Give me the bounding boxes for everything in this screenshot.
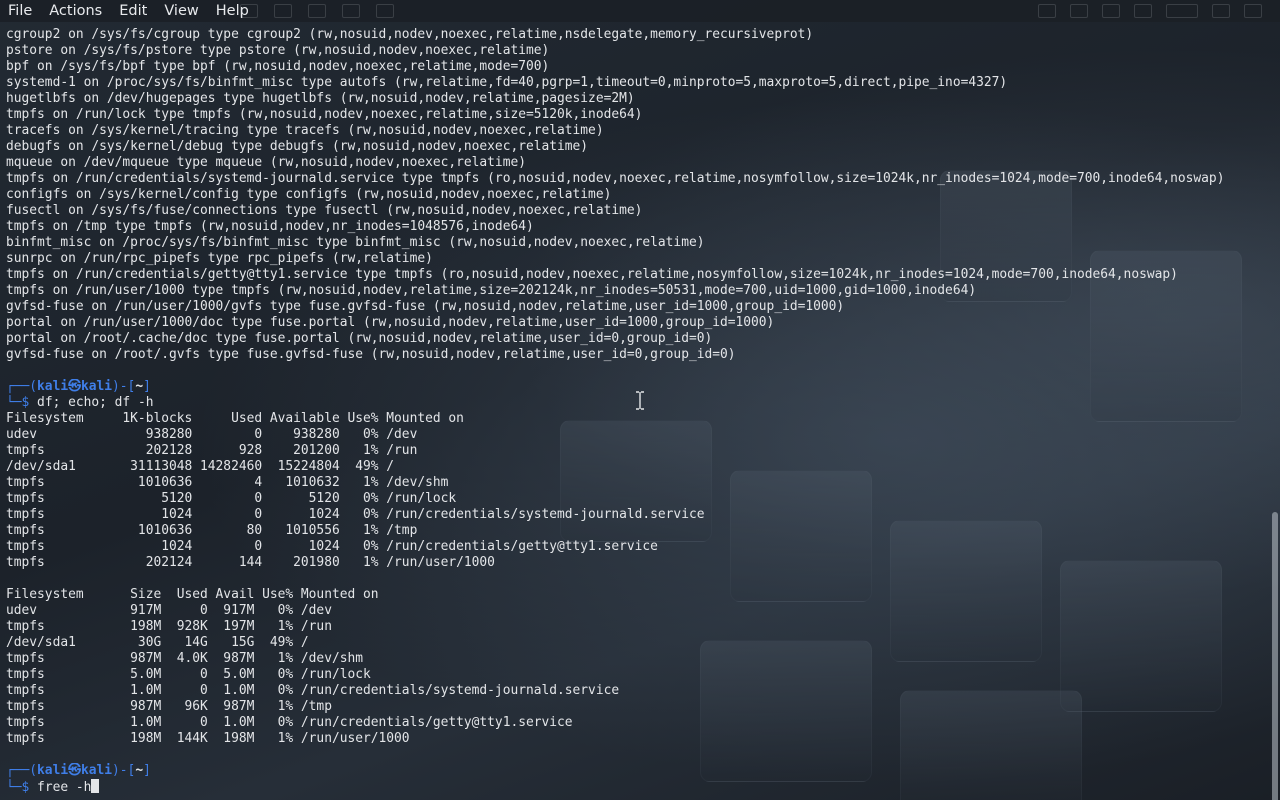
scrollbar-thumb[interactable] [1272, 512, 1278, 800]
network-icon [1134, 4, 1152, 18]
df-output-line: tmpfs 1024 0 1024 0% /run/credentials/sy… [6, 507, 705, 522]
mount-output-line: gvfsd-fuse on /root/.gvfs type fuse.gvfs… [6, 347, 736, 362]
prompt-frame: ┌──( [6, 379, 38, 394]
mount-output-line: bpf on /sys/fs/bpf type bpf (rw,nosuid,n… [6, 59, 550, 74]
df-output-line: /dev/sda1 31113048 14282460 15224804 49%… [6, 459, 395, 474]
prompt-frame: )-[ [112, 379, 136, 394]
workspace-icon [274, 4, 292, 18]
mount-output-line: tmpfs on /run/credentials/systemd-journa… [6, 171, 1225, 186]
df-output-line: tmpfs 1010636 4 1010632 1% /dev/shm [6, 475, 449, 490]
workspace-icon [240, 4, 258, 18]
terminal-menu-bar: File Actions Edit View Help [0, 0, 1280, 22]
dfh-output-line: tmpfs 198M 928K 197M 1% /run [6, 619, 332, 634]
text-cursor [91, 779, 100, 793]
mount-output-line: portal on /root/.cache/doc type fuse.por… [6, 331, 713, 346]
dfh-output-line: tmpfs 987M 96K 987M 1% /tmp [6, 699, 332, 714]
mount-output-line: tmpfs on /tmp type tmpfs (rw,nosuid,node… [6, 219, 534, 234]
prompt-command-line: └─$ free -h [6, 779, 1268, 795]
mount-output-line: gvfsd-fuse on /run/user/1000/gvfs type f… [6, 299, 845, 314]
mount-output-line: binfmt_misc on /proc/sys/fs/binfmt_misc … [6, 235, 705, 250]
lock-icon [1212, 4, 1230, 18]
power-icon [1244, 4, 1262, 18]
prompt-top-line: ┌──(kali㉿kali)-[~] [6, 763, 1268, 779]
dfh-output-line: /dev/sda1 30G 14G 15G 49% / [6, 635, 309, 650]
df-output-line: Filesystem 1K-blocks Used Available Use%… [6, 411, 464, 426]
prompt-directory: ~ [135, 763, 144, 778]
prompt-frame: ┌──( [6, 763, 38, 778]
workspace-icon [342, 4, 360, 18]
background-panel-workspaces [240, 0, 394, 22]
menu-view[interactable]: View [155, 0, 206, 22]
dfh-output-line: tmpfs 198M 144K 198M 1% /run/user/1000 [6, 731, 410, 746]
mount-output-line: tmpfs on /run/credentials/getty@tty1.ser… [6, 267, 1178, 282]
mount-output-line: sunrpc on /run/rpc_pipefs type rpc_pipef… [6, 251, 433, 266]
prompt-frame: ] [143, 763, 151, 778]
mount-output-line: tmpfs on /run/lock type tmpfs (rw,nosuid… [6, 107, 643, 122]
workspace-icon [376, 4, 394, 18]
mount-output-line: systemd-1 on /proc/sys/fs/binfmt_misc ty… [6, 75, 1008, 90]
mount-output-line: mqueue on /dev/mqueue type mqueue (rw,no… [6, 155, 526, 170]
df-output-line: tmpfs 202128 928 201200 1% /run [6, 443, 418, 458]
prompt-user-host: kali㉿kali [37, 763, 113, 778]
menu-file[interactable]: File [0, 0, 40, 22]
df-output-line: tmpfs 1024 0 1024 0% /run/credentials/ge… [6, 539, 658, 554]
mount-output-line: portal on /run/user/1000/doc type fuse.p… [6, 315, 775, 330]
prompt-user-host: kali㉿kali [37, 379, 113, 394]
mount-output-line: tmpfs on /run/user/1000 type tmpfs (rw,n… [6, 283, 977, 298]
workspace-icon [308, 4, 326, 18]
mount-output-line: hugetlbfs on /dev/hugepages type hugetlb… [6, 91, 635, 106]
terminal-scrollbar[interactable] [1270, 22, 1280, 800]
mount-output-line: pstore on /sys/fs/pstore type pstore (rw… [6, 43, 550, 58]
screen-icon [1038, 4, 1056, 18]
df-output-block: Filesystem 1K-blocks Used Available Use%… [6, 411, 1268, 571]
terminal-output[interactable]: cgroup2 on /sys/fs/cgroup type cgroup2 (… [6, 27, 1268, 800]
current-command-input[interactable]: free -h [29, 780, 91, 795]
df-output-line: tmpfs 202124 144 201980 1% /run/user/100… [6, 555, 495, 570]
df-output-line: udev 938280 0 938280 0% /dev [6, 427, 418, 442]
prompt-sign: └─$ [6, 780, 30, 795]
bell-icon [1102, 4, 1120, 18]
dfh-output-line: tmpfs 1.0M 0 1.0M 0% /run/credentials/ge… [6, 715, 573, 730]
menu-edit[interactable]: Edit [110, 0, 155, 22]
dfh-output-line: tmpfs 5.0M 0 5.0M 0% /run/lock [6, 667, 371, 682]
mount-output-line: tracefs on /sys/kernel/tracing type trac… [6, 123, 604, 138]
dfh-output-line: Filesystem Size Used Avail Use% Mounted … [6, 587, 379, 602]
dfh-output-line: udev 917M 0 917M 0% /dev [6, 603, 332, 618]
df-output-line: tmpfs 5120 0 5120 0% /run/lock [6, 491, 457, 506]
mount-output-block: cgroup2 on /sys/fs/cgroup type cgroup2 (… [6, 27, 1268, 363]
mount-output-line: cgroup2 on /sys/fs/cgroup type cgroup2 (… [6, 27, 814, 42]
background-panel-tray [1038, 0, 1262, 22]
ibeam-cursor-icon [636, 391, 644, 410]
prompt-frame: )-[ [112, 763, 136, 778]
dfh-output-line: tmpfs 1.0M 0 1.0M 0% /run/credentials/sy… [6, 683, 620, 698]
menu-actions[interactable]: Actions [40, 0, 110, 22]
typed-command: df; echo; df -h [29, 395, 154, 410]
clock-icon [1166, 4, 1198, 18]
prompt-directory: ~ [135, 379, 144, 394]
mount-output-line: fusectl on /sys/fs/fuse/connections type… [6, 203, 643, 218]
prompt-sign: └─$ [6, 395, 30, 410]
mount-output-line: configfs on /sys/kernel/config type conf… [6, 187, 612, 202]
volume-icon [1070, 4, 1088, 18]
df-output-line: tmpfs 1010636 80 1010556 1% /tmp [6, 523, 418, 538]
dfh-output-line: tmpfs 987M 4.0K 987M 1% /dev/shm [6, 651, 363, 666]
dfh-output-block: Filesystem Size Used Avail Use% Mounted … [6, 587, 1268, 747]
prompt-frame: ] [143, 379, 151, 394]
mount-output-line: debugfs on /sys/kernel/debug type debugf… [6, 139, 589, 154]
